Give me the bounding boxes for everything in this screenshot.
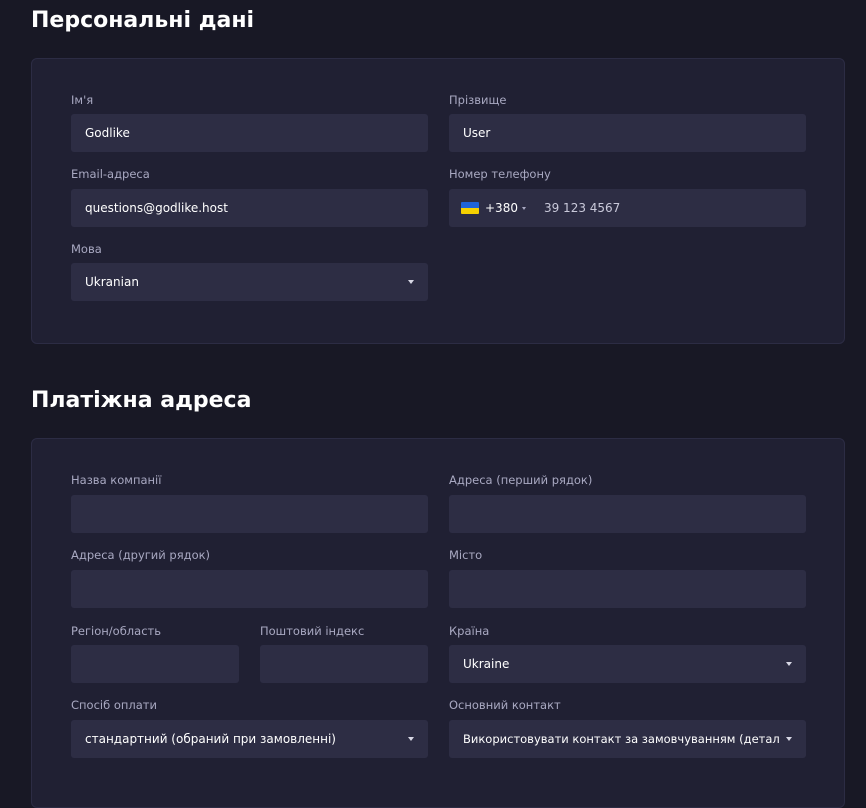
chevron-down-icon	[786, 737, 792, 741]
chevron-down-icon	[408, 737, 414, 741]
payment-method-value: стандартний (обраний при замовленні)	[85, 732, 336, 746]
last-name-label: Прізвище	[449, 93, 507, 107]
company-input[interactable]	[71, 495, 428, 533]
country-select[interactable]: Ukraine	[449, 645, 806, 683]
address-line1-label: Адреса (перший рядок)	[449, 473, 593, 487]
region-label: Регіон/область	[71, 624, 162, 638]
chevron-down-icon[interactable]	[521, 206, 526, 210]
email-input[interactable]: questions@godlike.host	[71, 189, 428, 227]
last-name-input[interactable]: User	[449, 114, 806, 152]
language-value: Ukranian	[85, 275, 139, 289]
main-contact-select[interactable]: Використовувати контакт за замовчуванням…	[449, 720, 806, 758]
language-select[interactable]: Ukranian	[71, 263, 428, 301]
personal-section-title: Персональні дані	[31, 8, 255, 33]
chevron-down-icon	[786, 662, 792, 666]
payment-method-select[interactable]: стандартний (обраний при замовленні)	[71, 720, 428, 758]
country-value: Ukraine	[463, 657, 510, 671]
language-label: Мова	[71, 242, 102, 256]
phone-input[interactable]: +380 39 123 4567	[449, 189, 806, 227]
first-name-label: Ім'я	[71, 93, 94, 107]
phone-label: Номер телефону	[449, 167, 551, 181]
chevron-down-icon	[408, 280, 414, 284]
billing-section-title: Платіжна адреса	[31, 388, 252, 413]
address-line2-label: Адреса (другий рядок)	[71, 548, 211, 562]
company-label: Назва компанії	[71, 473, 162, 487]
city-input[interactable]	[449, 570, 806, 608]
ukraine-flag-icon	[461, 202, 479, 214]
personal-data-card: Ім'я Godlike Прізвище User Email-адреса …	[31, 58, 845, 344]
phone-country-code[interactable]: +380	[485, 201, 518, 215]
main-contact-label: Основний контакт	[449, 698, 561, 712]
email-label: Email-адреса	[71, 167, 150, 181]
city-label: Місто	[449, 548, 483, 562]
address-line1-input[interactable]	[449, 495, 806, 533]
first-name-input[interactable]: Godlike	[71, 114, 428, 152]
payment-method-label: Спосіб оплати	[71, 698, 157, 712]
last-name-value: User	[463, 126, 491, 140]
country-label: Країна	[449, 624, 490, 638]
address-line2-input[interactable]	[71, 570, 428, 608]
region-input[interactable]	[71, 645, 239, 683]
email-value: questions@godlike.host	[85, 201, 228, 215]
phone-number-value: 39 123 4567	[543, 201, 621, 215]
main-contact-value: Використовувати контакт за замовчуванням…	[463, 732, 780, 746]
first-name-value: Godlike	[85, 126, 130, 140]
billing-address-card: Назва компанії Адреса (перший рядок) Адр…	[31, 438, 845, 808]
postcode-label: Поштовий індекс	[260, 624, 365, 638]
postcode-input[interactable]	[260, 645, 428, 683]
